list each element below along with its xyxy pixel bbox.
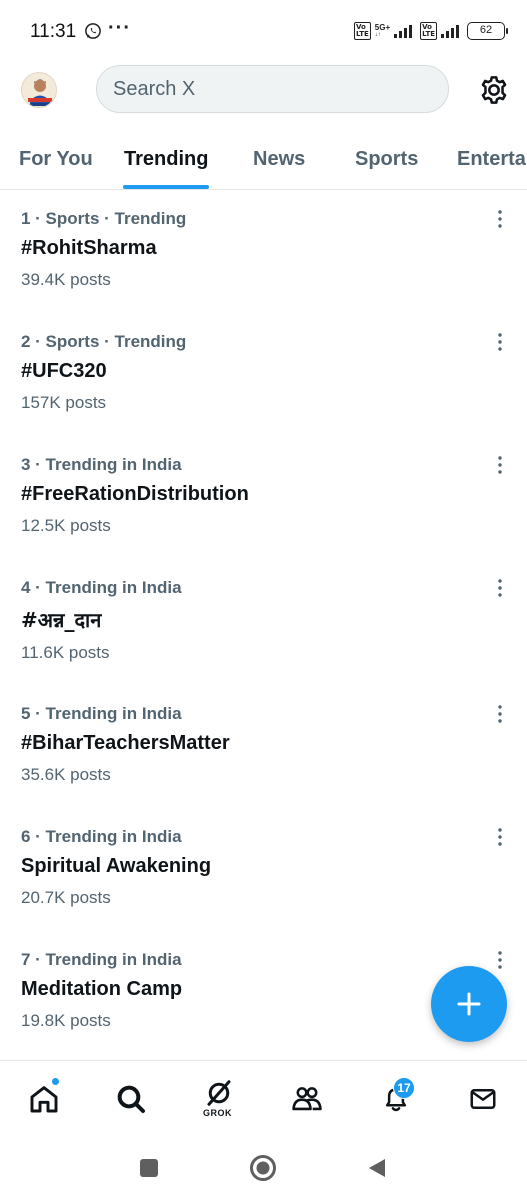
- recents-icon[interactable]: [138, 1157, 160, 1179]
- trend-posts: 12.5K posts: [21, 516, 111, 535]
- communities-icon: [292, 1087, 322, 1111]
- trend-meta: 7 · Trending in India: [21, 950, 182, 969]
- trend-name: Meditation Camp: [21, 978, 183, 1000]
- battery-icon: 62: [467, 22, 508, 40]
- tab-trending[interactable]: Trending: [124, 148, 208, 171]
- home-unread-dot: [51, 1077, 60, 1086]
- bottom-nav: GROK 17: [0, 1060, 527, 1140]
- more-options-icon[interactable]: [490, 827, 510, 847]
- messages-icon: [470, 1089, 496, 1109]
- volte-icon-2: Vo LTE: [420, 22, 437, 40]
- active-tab-indicator: [123, 185, 209, 189]
- trend-meta: 4 · Trending in India: [21, 578, 182, 597]
- whatsapp-icon: [85, 23, 101, 39]
- trend-name: #अन्न_दान: [21, 608, 102, 632]
- signal-icon-2: [441, 24, 459, 38]
- trend-posts: 39.4K posts: [21, 270, 111, 289]
- status-bar: 11:31 ··· Vo LTE 5G+ ↓↑ Vo LTE 62: [0, 0, 527, 62]
- status-time: 11:31: [30, 21, 77, 42]
- data-arrows-icon: ↓↑: [374, 32, 381, 38]
- more-options-icon[interactable]: [490, 332, 510, 352]
- top-header: Search X: [0, 64, 527, 116]
- system-nav-bar: [0, 1140, 527, 1200]
- more-options-icon[interactable]: [490, 578, 510, 598]
- trend-item[interactable]: 4 · Trending in India #अन्न_दान 11.6K po…: [0, 578, 527, 701]
- trend-name: #RohitSharma: [21, 237, 157, 259]
- more-notifications-icon: ···: [108, 17, 131, 39]
- system-indicators: Vo LTE 5G+ ↓↑ Vo LTE 62: [353, 22, 508, 40]
- avatar[interactable]: [21, 72, 57, 108]
- trend-item[interactable]: 1 · Sports · Trending #RohitSharma 39.4K…: [0, 209, 527, 332]
- trend-meta: 5 · Trending in India: [21, 704, 182, 723]
- trend-item[interactable]: 5 · Trending in India #BiharTeachersMatt…: [0, 704, 527, 827]
- volte-icon: Vo LTE: [353, 22, 371, 40]
- plus-icon: [457, 992, 481, 1016]
- trend-item[interactable]: 2 · Sports · Trending #UFC320 157K posts: [0, 332, 527, 455]
- explore-tabs: For You Trending News Sports Enterta: [0, 132, 527, 190]
- compose-post-button[interactable]: [431, 966, 507, 1042]
- trend-item[interactable]: 3 · Trending in India #FreeRationDistrib…: [0, 455, 527, 578]
- battery-level: 62: [479, 24, 493, 36]
- nav-grok[interactable]: [199, 1073, 239, 1113]
- trend-meta: 2 · Sports · Trending: [21, 332, 187, 351]
- search-icon: [117, 1085, 145, 1113]
- nav-search[interactable]: [111, 1079, 151, 1119]
- avatar-image: [22, 73, 56, 107]
- nav-communities[interactable]: [287, 1079, 327, 1119]
- tab-sports[interactable]: Sports: [355, 148, 418, 171]
- trend-meta: 1 · Sports · Trending: [21, 209, 187, 228]
- trend-name: #FreeRationDistribution: [21, 483, 249, 505]
- trend-meta: 6 · Trending in India: [21, 827, 182, 846]
- search-placeholder: Search X: [113, 77, 196, 100]
- trend-name: #UFC320: [21, 360, 107, 382]
- more-options-icon[interactable]: [490, 455, 510, 475]
- trend-posts: 11.6K posts: [21, 643, 110, 662]
- home-circle-icon[interactable]: [249, 1154, 277, 1182]
- home-icon: [30, 1086, 58, 1113]
- trend-posts: 20.7K posts: [21, 888, 111, 907]
- trend-name: #BiharTeachersMatter: [21, 732, 230, 754]
- grok-label: GROK: [203, 1108, 232, 1118]
- back-icon[interactable]: [366, 1157, 388, 1179]
- gear-icon[interactable]: [478, 74, 510, 106]
- notification-badge: 17: [393, 1077, 415, 1099]
- tab-entertainment[interactable]: Enterta: [457, 148, 526, 171]
- more-options-icon[interactable]: [490, 209, 510, 229]
- trend-meta: 3 · Trending in India: [21, 455, 182, 474]
- more-options-icon[interactable]: [490, 704, 510, 724]
- grok-icon: [207, 1080, 231, 1106]
- trend-posts: 157K posts: [21, 393, 107, 412]
- trend-item[interactable]: 6 · Trending in India Spiritual Awakenin…: [0, 827, 527, 950]
- network-label: 5G+: [374, 23, 391, 32]
- signal-icon: [394, 24, 413, 38]
- trend-posts: 19.8K posts: [21, 1011, 111, 1030]
- nav-messages[interactable]: [463, 1079, 503, 1119]
- trend-posts: 35.6K posts: [21, 765, 111, 784]
- trend-name: Spiritual Awakening: [21, 855, 212, 877]
- search-input[interactable]: Search X: [96, 65, 449, 113]
- tab-news[interactable]: News: [253, 148, 305, 171]
- more-options-icon[interactable]: [490, 950, 510, 970]
- tab-for-you[interactable]: For You: [19, 148, 93, 171]
